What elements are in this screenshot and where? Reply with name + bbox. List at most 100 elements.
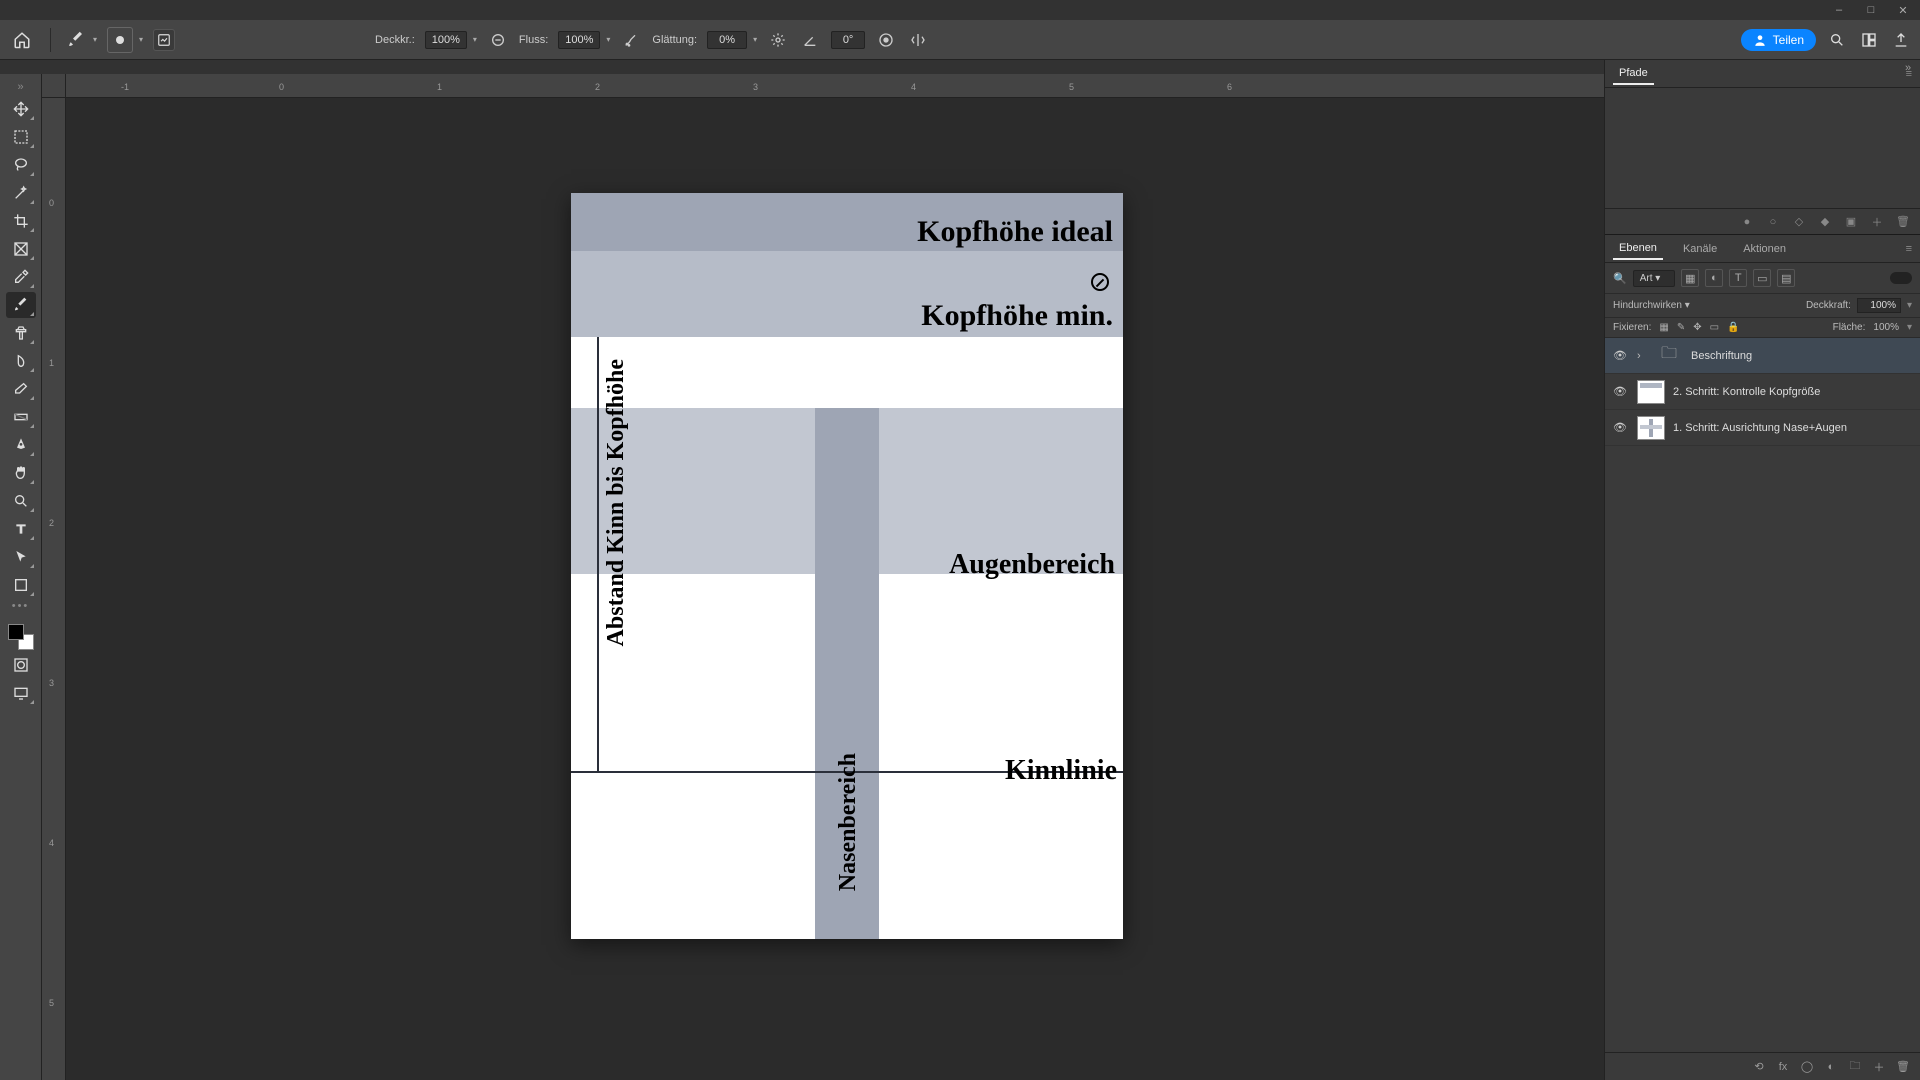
paths-panel-body[interactable] <box>1605 88 1920 208</box>
stroke-path-icon[interactable]: ○ <box>1766 215 1780 229</box>
search-icon[interactable] <box>1826 29 1848 51</box>
filter-pixel-icon[interactable]: ▦ <box>1681 269 1699 287</box>
filter-type-icon[interactable]: T <box>1729 269 1747 287</box>
share-button[interactable]: Teilen <box>1741 29 1816 51</box>
chevron-down-icon[interactable]: ▾ <box>473 35 477 44</box>
tab-channels[interactable]: Kanäle <box>1677 239 1723 259</box>
layer-name[interactable]: Beschriftung <box>1691 350 1752 362</box>
trash-icon[interactable]: 🗑 <box>1896 1060 1910 1074</box>
symmetry-icon[interactable] <box>907 29 929 51</box>
close-button[interactable]: ✕ <box>1896 3 1910 17</box>
angle-input[interactable]: 0° <box>831 31 865 49</box>
layer-row[interactable]: 👁 2. Schritt: Kontrolle Kopfgröße <box>1605 374 1920 410</box>
chevron-down-icon[interactable]: ▾ <box>139 35 143 44</box>
smoothing-options-icon[interactable] <box>767 29 789 51</box>
smudge-tool[interactable] <box>6 348 36 374</box>
tab-paths[interactable]: Pfade <box>1613 63 1654 85</box>
layer-thumbnail[interactable] <box>1637 380 1665 404</box>
workspace-icon[interactable] <box>1858 29 1880 51</box>
fx-icon[interactable]: fx <box>1776 1060 1790 1074</box>
type-tool[interactable] <box>6 516 36 542</box>
zoom-tool[interactable] <box>6 488 36 514</box>
brush-tool[interactable] <box>6 292 36 318</box>
filter-kind-select[interactable]: Art ▾ <box>1633 270 1676 287</box>
panel-flyout-icon[interactable]: » <box>1900 62 1916 74</box>
filter-shape-icon[interactable]: ▭ <box>1753 269 1771 287</box>
lock-trans-icon[interactable]: ▦ <box>1659 322 1668 333</box>
ruler-origin[interactable] <box>42 74 66 98</box>
eyedropper-tool[interactable] <box>6 264 36 290</box>
lasso-tool[interactable] <box>6 152 36 178</box>
group-icon[interactable]: 🗀 <box>1848 1060 1862 1074</box>
layer-row[interactable]: 👁 › 🗀 Beschriftung <box>1605 338 1920 374</box>
chevron-right-icon[interactable]: › <box>1637 350 1647 362</box>
mask-icon[interactable]: ◯ <box>1800 1060 1814 1074</box>
visibility-icon[interactable]: 👁 <box>1613 421 1629 434</box>
filter-smart-icon[interactable]: ▤ <box>1777 269 1795 287</box>
path-select-tool[interactable] <box>6 544 36 570</box>
pen-tool[interactable] <box>6 432 36 458</box>
home-button[interactable] <box>8 26 36 54</box>
airbrush-icon[interactable] <box>620 29 642 51</box>
screenmode-tool[interactable] <box>6 680 36 706</box>
adjustment-icon[interactable]: ◐ <box>1824 1060 1838 1074</box>
maximize-button[interactable]: □ <box>1864 3 1878 17</box>
visibility-icon[interactable]: 👁 <box>1613 385 1629 398</box>
clone-tool[interactable] <box>6 320 36 346</box>
trash-icon[interactable]: 🗑 <box>1896 215 1910 229</box>
blend-mode-select[interactable]: Hindurchwirken ▾ <box>1613 300 1743 311</box>
pressure-opacity-icon[interactable] <box>487 29 509 51</box>
layer-fill-input[interactable]: 100% <box>1873 322 1899 333</box>
layer-row[interactable]: 👁 1. Schritt: Ausrichtung Nase+Augen <box>1605 410 1920 446</box>
hand-tool[interactable] <box>6 460 36 486</box>
brush-tool-icon[interactable] <box>65 29 87 51</box>
lock-all-icon[interactable]: 🔒 <box>1727 322 1739 333</box>
filter-adjust-icon[interactable]: ◐ <box>1705 269 1723 287</box>
eraser-tool[interactable] <box>6 376 36 402</box>
chevron-down-icon[interactable]: ▾ <box>93 35 97 44</box>
canvas[interactable]: Kopfhöhe ideal Kopfhöhe min. Augenbereic… <box>66 98 1604 1080</box>
opacity-input[interactable]: 100% <box>425 31 467 49</box>
ruler-horizontal[interactable]: -1 0 1 2 3 4 5 6 <box>66 74 1604 98</box>
path-from-selection-icon[interactable]: ◆ <box>1818 215 1832 229</box>
layer-opacity-input[interactable]: 100% <box>1857 298 1901 313</box>
frame-tool[interactable] <box>6 236 36 262</box>
marquee-tool[interactable] <box>6 124 36 150</box>
chevron-down-icon[interactable]: ▾ <box>1907 300 1912 311</box>
ruler-vertical[interactable]: 0 1 2 3 4 5 <box>42 98 66 1080</box>
new-path-icon[interactable]: ＋ <box>1870 215 1884 229</box>
brush-panel-button[interactable] <box>153 29 175 51</box>
smoothing-input[interactable]: 0% <box>707 31 747 49</box>
panel-menu-icon[interactable]: ≡ <box>1906 243 1912 255</box>
layer-thumbnail[interactable] <box>1637 416 1665 440</box>
chevrons-icon[interactable]: » <box>6 80 36 94</box>
shape-tool[interactable] <box>6 572 36 598</box>
more-tools[interactable]: ••• <box>12 600 30 618</box>
quickmask-tool[interactable] <box>6 652 36 678</box>
add-mask-icon[interactable]: ▣ <box>1844 215 1858 229</box>
minimize-button[interactable]: – <box>1832 3 1846 17</box>
chevron-down-icon[interactable]: ▾ <box>1907 322 1912 333</box>
lock-paint-icon[interactable]: ✎ <box>1677 322 1685 333</box>
lock-move-icon[interactable]: ✥ <box>1693 322 1701 333</box>
fill-path-icon[interactable]: ● <box>1740 215 1754 229</box>
layer-name[interactable]: 1. Schritt: Ausrichtung Nase+Augen <box>1673 422 1847 434</box>
gradient-tool[interactable] <box>6 404 36 430</box>
chevron-down-icon[interactable]: ▾ <box>753 35 757 44</box>
brush-preview[interactable] <box>107 27 133 53</box>
crop-tool[interactable] <box>6 208 36 234</box>
tab-layers[interactable]: Ebenen <box>1613 238 1663 260</box>
tab-actions[interactable]: Aktionen <box>1737 239 1792 259</box>
lock-artboard-icon[interactable]: ▭ <box>1710 322 1719 333</box>
filter-toggle[interactable] <box>1890 272 1912 284</box>
layer-name[interactable]: 2. Schritt: Kontrolle Kopfgröße <box>1673 386 1820 398</box>
move-tool[interactable] <box>6 96 36 122</box>
pressure-size-icon[interactable] <box>875 29 897 51</box>
color-swatches[interactable] <box>8 624 34 650</box>
visibility-icon[interactable]: 👁 <box>1613 349 1629 362</box>
new-layer-icon[interactable]: ＋ <box>1872 1060 1886 1074</box>
flow-input[interactable]: 100% <box>558 31 600 49</box>
chevron-down-icon[interactable]: ▾ <box>606 35 610 44</box>
export-icon[interactable] <box>1890 29 1912 51</box>
wand-tool[interactable] <box>6 180 36 206</box>
